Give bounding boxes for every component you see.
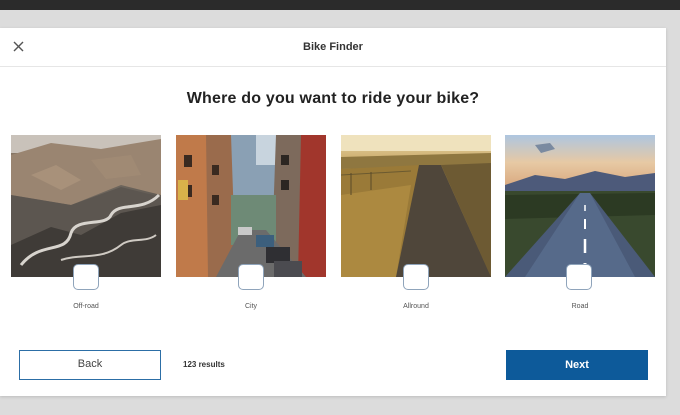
offroad-checkbox[interactable]: [73, 264, 99, 290]
back-button[interactable]: Back: [19, 350, 161, 380]
city-label: City: [244, 303, 258, 310]
next-button[interactable]: Next: [506, 350, 648, 380]
question-heading: Where do you want to ride your bike?: [186, 90, 480, 107]
road-checkbox[interactable]: [566, 264, 592, 290]
road-image[interactable]: [505, 135, 655, 277]
close-icon: [13, 41, 24, 52]
offroad-image[interactable]: [11, 135, 161, 277]
top-dark-bar: [0, 0, 680, 10]
city-checkbox[interactable]: [238, 264, 264, 290]
results-count: 123 results: [183, 360, 225, 369]
close-button[interactable]: [10, 38, 28, 56]
offroad-label: Off-road: [73, 303, 99, 310]
bike-finder-dialog: Bike Finder Where do you want to ride yo…: [0, 28, 666, 396]
road-label: Road: [571, 303, 589, 310]
city-image[interactable]: [176, 135, 326, 277]
allround-image[interactable]: [341, 135, 491, 277]
dialog-title: Bike Finder: [303, 41, 363, 53]
dialog-header: Bike Finder: [0, 28, 666, 67]
allround-checkbox[interactable]: [403, 264, 429, 290]
allround-label: Allround: [403, 303, 429, 310]
